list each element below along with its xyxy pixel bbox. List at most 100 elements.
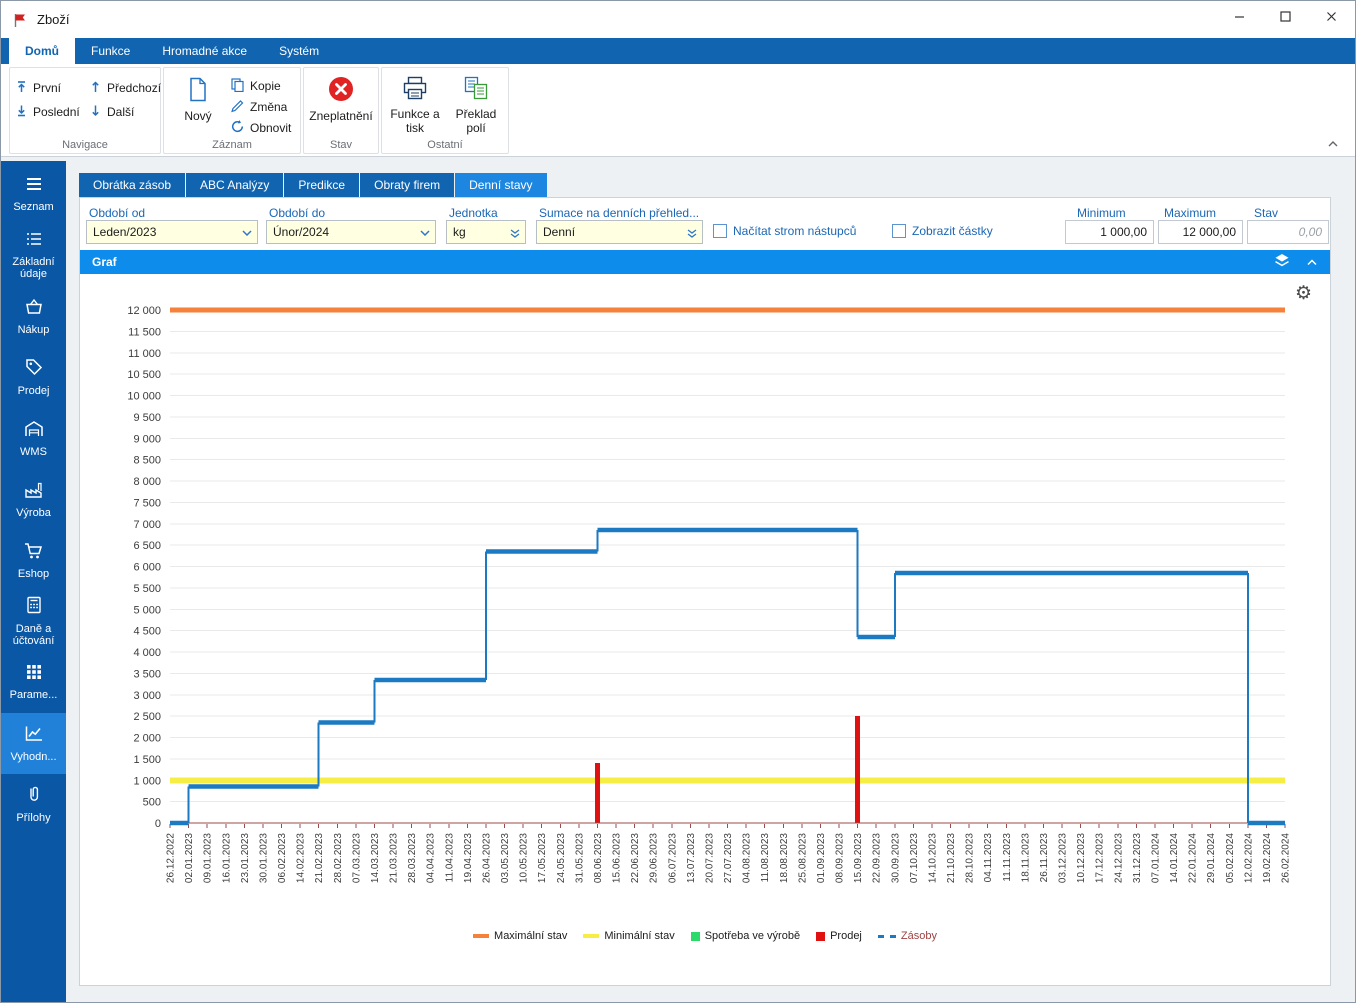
legend-item: Prodej [816, 930, 862, 942]
svg-text:06.02.2023: 06.02.2023 [277, 833, 288, 883]
double-chevron-down-icon [510, 228, 520, 238]
cart-icon [23, 541, 45, 564]
sidebar-item-prodej[interactable]: Prodej [1, 347, 66, 408]
stav-input[interactable] [1247, 220, 1329, 244]
previous-record-icon [89, 80, 102, 96]
sidebar-item-wms[interactable]: WMS [1, 408, 66, 469]
prvni-button[interactable]: První [13, 76, 87, 99]
ribbon-tab-domu[interactable]: Domů [9, 38, 75, 64]
svg-text:15.09.2023: 15.09.2023 [853, 833, 864, 883]
content-tab-bar: Obrátka zásob ABC Analýzy Predikce Obrat… [79, 173, 548, 197]
nacitat-strom-checkbox[interactable]: Načítat strom nástupců [713, 224, 856, 238]
svg-text:21.03.2023: 21.03.2023 [389, 833, 400, 883]
checkbox-box[interactable] [892, 224, 906, 238]
svg-text:3 000: 3 000 [133, 690, 161, 702]
funkce-a-tisk-button[interactable]: Funkce a tisk [387, 76, 443, 135]
maximum-input[interactable] [1158, 220, 1243, 244]
layers-icon[interactable] [1274, 253, 1290, 271]
tab-obraty-firem[interactable]: Obraty firem [360, 173, 455, 197]
tab-abc-analyzy[interactable]: ABC Analýzy [186, 173, 284, 197]
svg-text:22.01.2024: 22.01.2024 [1188, 833, 1199, 883]
dalsi-button[interactable]: Další [87, 100, 161, 123]
kopie-button[interactable]: Kopie [228, 76, 293, 96]
chart-legend: Maximální stav Minimální stav Spotřeba ve … [80, 930, 1330, 942]
tab-predikce[interactable]: Predikce [284, 173, 360, 197]
svg-text:500: 500 [143, 797, 161, 809]
double-chevron-down-icon [687, 228, 697, 238]
svg-text:14.01.2024: 14.01.2024 [1169, 833, 1180, 883]
ribbon-group-zaznam: Nový Kopie Změna Obnovit Záznam [163, 67, 301, 154]
svg-text:20.07.2023: 20.07.2023 [705, 833, 716, 883]
obnovit-label: Obnovit [250, 121, 292, 135]
list-details-icon [24, 230, 44, 252]
maximize-button[interactable] [1262, 2, 1308, 31]
last-record-icon [15, 104, 28, 120]
chart-settings-button[interactable]: ⚙ [1295, 284, 1312, 303]
ribbon-tab-hromadne-akce[interactable]: Hromadné akce [146, 38, 263, 64]
sidebar-item-eshop[interactable]: Eshop [1, 530, 66, 591]
jednotka-combobox[interactable]: kg [446, 220, 526, 244]
tab-denni-stavy[interactable]: Denní stavy [455, 173, 547, 197]
svg-text:31.05.2023: 31.05.2023 [575, 833, 586, 883]
svg-text:11.08.2023: 11.08.2023 [760, 833, 771, 883]
minimum-input[interactable] [1065, 220, 1154, 244]
svg-text:01.09.2023: 01.09.2023 [816, 833, 827, 883]
svg-text:14.02.2023: 14.02.2023 [296, 833, 307, 883]
svg-text:14.10.2023: 14.10.2023 [928, 833, 939, 883]
preklad-poli-label: Překlad polí [455, 106, 497, 135]
minimize-button[interactable] [1216, 2, 1262, 31]
zobrazit-castky-label: Zobrazit částky [912, 224, 993, 238]
svg-text:1 000: 1 000 [133, 776, 161, 788]
paperclip-icon [24, 784, 44, 808]
ribbon-group-label-navigace: Navigace [62, 139, 108, 151]
first-record-icon [15, 80, 28, 96]
svg-text:30.09.2023: 30.09.2023 [891, 833, 902, 883]
ribbon-tab-system[interactable]: Systém [263, 38, 335, 64]
zmena-button[interactable]: Změna [228, 97, 293, 117]
kopie-label: Kopie [250, 79, 281, 93]
sidebar-item-seznam[interactable]: Seznam [1, 164, 66, 225]
zneplatneni-button[interactable]: Zneplatnění [307, 75, 375, 124]
sidebar-item-label: Přílohy [16, 812, 51, 824]
obdobi-od-label: Období od [89, 206, 146, 220]
maximum-label: Maximum [1164, 206, 1217, 220]
sidebar-item-label: Nákup [17, 323, 50, 336]
sidebar-item-dane-a-uctovani[interactable]: Daně a účtování [1, 591, 66, 652]
svg-text:24.12.2023: 24.12.2023 [1114, 833, 1125, 883]
svg-text:05.02.2024: 05.02.2024 [1225, 833, 1236, 883]
checkbox-box[interactable] [713, 224, 727, 238]
close-button[interactable] [1308, 2, 1354, 31]
svg-text:13.07.2023: 13.07.2023 [686, 833, 697, 883]
novy-button[interactable]: Nový [174, 76, 222, 124]
svg-text:22.09.2023: 22.09.2023 [872, 833, 883, 883]
legend-label: Maximální stav [494, 930, 568, 942]
legend-label: Zásoby [900, 930, 937, 942]
svg-text:28.02.2023: 28.02.2023 [333, 833, 344, 883]
sidebar-item-parametry[interactable]: Parame... [1, 652, 66, 713]
sidebar-item-vyhodnoceni[interactable]: Vyhodn... [1, 713, 66, 774]
predchozi-button[interactable]: Předchozí [87, 76, 161, 99]
ribbon-collapse-button[interactable] [1327, 140, 1339, 148]
obnovit-button[interactable]: Obnovit [228, 118, 293, 138]
preklad-poli-button[interactable]: Překlad polí [448, 76, 504, 135]
basket-icon [23, 297, 45, 320]
obdobi-do-combobox[interactable]: Únor/2024 [266, 220, 436, 244]
svg-text:21.02.2023: 21.02.2023 [314, 833, 325, 883]
sidebar-item-prilohy[interactable]: Přílohy [1, 774, 66, 835]
tab-obratka-zasob[interactable]: Obrátka zásob [79, 173, 186, 197]
sumace-combobox[interactable]: Denní [536, 220, 703, 244]
svg-text:23.01.2023: 23.01.2023 [240, 833, 251, 883]
ribbon-tab-funkce[interactable]: Funkce [75, 38, 146, 64]
graf-collapse-button[interactable] [1306, 255, 1318, 269]
zobrazit-castky-checkbox[interactable]: Zobrazit částky [892, 224, 993, 238]
svg-text:06.07.2023: 06.07.2023 [668, 833, 679, 883]
sidebar-item-vyroba[interactable]: Výroba [1, 469, 66, 530]
obdobi-od-combobox[interactable]: Leden/2023 [86, 220, 258, 244]
svg-text:03.05.2023: 03.05.2023 [500, 833, 511, 883]
sidebar-item-nakup[interactable]: Nákup [1, 286, 66, 347]
svg-text:08.09.2023: 08.09.2023 [835, 833, 846, 883]
posledni-button[interactable]: Poslední [13, 100, 87, 123]
svg-text:26.02.2024: 26.02.2024 [1281, 833, 1292, 883]
sidebar-item-zakladni-udaje[interactable]: Základní údaje [1, 225, 66, 286]
graf-header: Graf [80, 250, 1330, 274]
